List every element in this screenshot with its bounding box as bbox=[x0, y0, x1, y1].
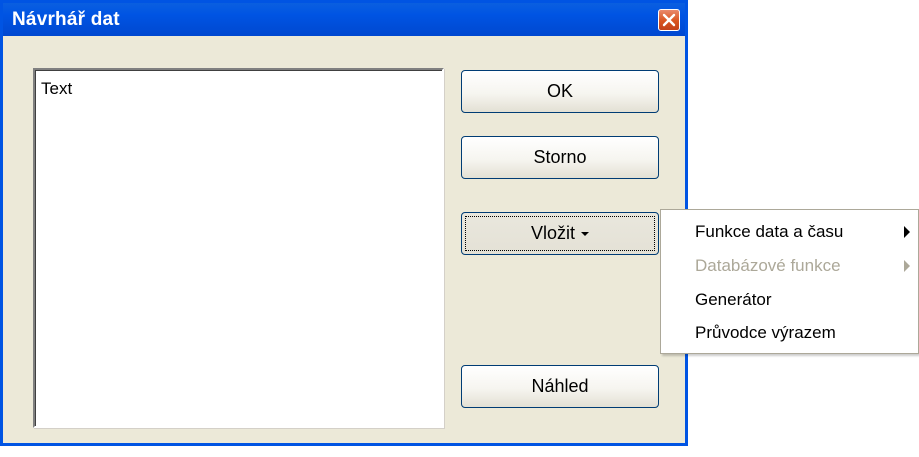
preview-button[interactable]: Náhled bbox=[461, 365, 659, 408]
preview-button-label: Náhled bbox=[531, 376, 589, 396]
triangle-right-icon bbox=[904, 260, 910, 272]
cancel-button[interactable]: Storno bbox=[461, 136, 659, 179]
triangle-right-icon bbox=[904, 226, 910, 238]
focus-rectangle bbox=[465, 216, 655, 251]
ok-button-label: OK bbox=[546, 81, 573, 101]
menu-item-date-time-functions[interactable]: Funkce data a času bbox=[661, 217, 918, 247]
menu-item-label: Generátor bbox=[695, 290, 772, 309]
cancel-button-label: Storno bbox=[533, 147, 587, 167]
dialog-window: Návrhář dat Text OK Storno Vložit Náhled bbox=[0, 0, 688, 446]
insert-dropdown-menu: Funkce data a času Databázové funkce Gen… bbox=[660, 209, 919, 354]
textarea-text: Text bbox=[41, 79, 73, 98]
ok-button[interactable]: OK bbox=[461, 70, 659, 113]
title-bar[interactable]: Návrhář dat bbox=[3, 3, 685, 36]
menu-item-label: Funkce data a času bbox=[695, 222, 844, 241]
window-title: Návrhář dat bbox=[12, 9, 120, 30]
menu-item-label: Průvodce výrazem bbox=[695, 323, 836, 342]
menu-item-database-functions: Databázové funkce bbox=[661, 251, 918, 281]
close-button[interactable] bbox=[658, 9, 680, 31]
menu-item-expression-wizard[interactable]: Průvodce výrazem bbox=[661, 318, 918, 348]
menu-item-generator[interactable]: Generátor bbox=[661, 285, 918, 315]
menu-item-label: Databázové funkce bbox=[695, 256, 841, 275]
expression-textarea[interactable]: Text bbox=[33, 68, 444, 428]
insert-button[interactable]: Vložit bbox=[461, 212, 659, 255]
close-x-icon bbox=[662, 13, 676, 27]
